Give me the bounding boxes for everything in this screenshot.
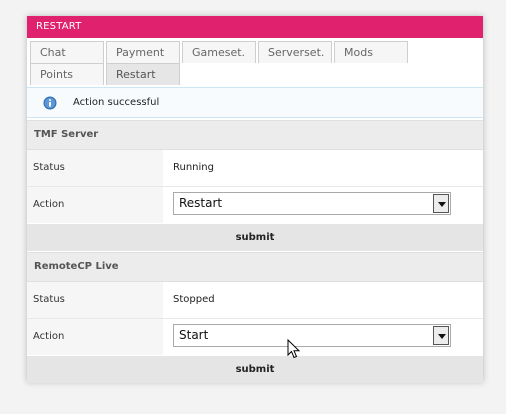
info-icon: [43, 96, 57, 110]
mouse-cursor-icon: [287, 339, 301, 359]
chevron-down-icon[interactable]: [433, 194, 449, 213]
status-value: Running: [173, 162, 214, 173]
status-value: Stopped: [173, 294, 215, 305]
action-label: Action: [27, 319, 163, 355]
tab-chat[interactable]: Chat: [30, 41, 104, 63]
restart-panel: RESTART Chat Payment Gameset. Serverset.…: [27, 16, 483, 383]
submit-button[interactable]: submit: [27, 356, 483, 383]
tab-gameset[interactable]: Gameset.: [182, 41, 256, 63]
tab-mods[interactable]: Mods: [334, 41, 408, 63]
action-select-value: Start: [179, 328, 209, 342]
action-select[interactable]: Restart: [173, 192, 451, 215]
status-label: Status: [27, 150, 163, 186]
action-select-value: Restart: [179, 196, 223, 210]
panel-title: RESTART: [27, 16, 483, 38]
submit-button[interactable]: submit: [27, 224, 483, 251]
success-notice: Action successful: [27, 87, 483, 118]
section-title-remotecp-live: RemoteCP Live: [27, 252, 483, 282]
notice-message: Action successful: [73, 97, 160, 108]
tab-payment[interactable]: Payment: [106, 41, 180, 63]
tab-points[interactable]: Points: [30, 63, 104, 85]
section-title-tmf-server: TMF Server: [27, 120, 483, 150]
chevron-down-icon[interactable]: [433, 326, 449, 345]
status-label: Status: [27, 282, 163, 318]
action-select[interactable]: Start: [173, 324, 451, 347]
tab-restart[interactable]: Restart: [106, 63, 180, 85]
tab-serverset[interactable]: Serverset.: [258, 41, 332, 63]
action-label: Action: [27, 187, 163, 223]
